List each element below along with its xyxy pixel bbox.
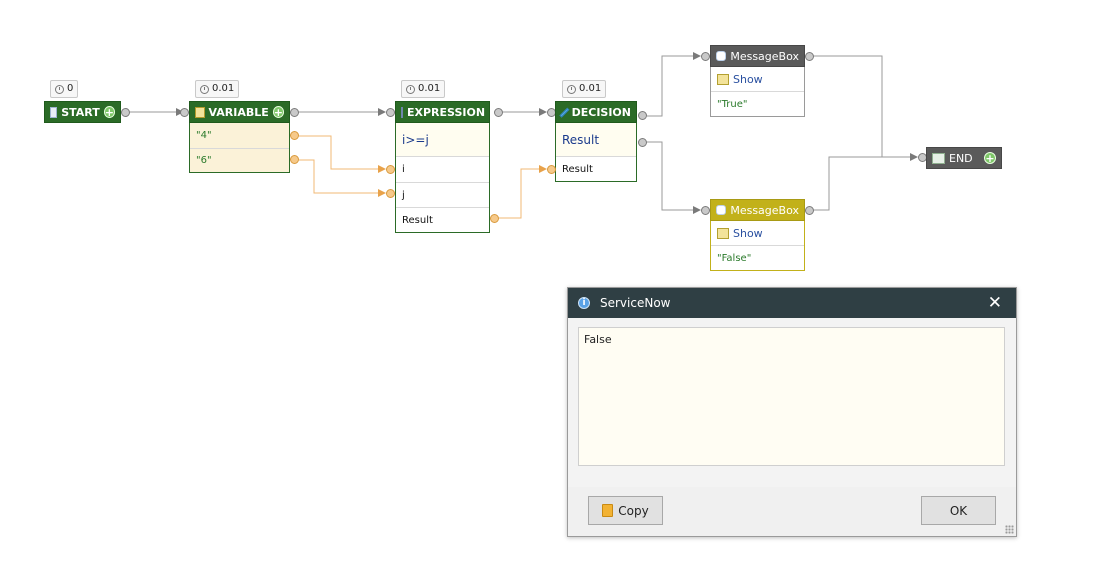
decision-true-port[interactable] — [638, 111, 647, 120]
dialog-title-bar[interactable]: i ServiceNow ✕ — [568, 288, 1016, 318]
variable-value-row[interactable]: "6" — [190, 148, 289, 172]
msgbox-false-label: MessageBox — [730, 203, 799, 217]
msgbox-false-input-port[interactable] — [701, 206, 710, 215]
expression-formula[interactable]: i>=j — [396, 123, 489, 156]
variable-input-port[interactable] — [180, 108, 189, 117]
add-icon[interactable]: + — [103, 106, 115, 118]
decision-label: DECISION — [571, 105, 631, 119]
msgbox-true-output-port[interactable] — [805, 52, 814, 61]
decision-result-port[interactable] — [547, 165, 556, 174]
resize-grip-icon[interactable] — [1005, 525, 1014, 534]
expression-timer: 0.01 — [401, 80, 446, 98]
message-dialog: i ServiceNow ✕ False Copy OK — [567, 287, 1017, 537]
expression-icon — [401, 106, 403, 118]
dialog-message[interactable]: False — [578, 327, 1005, 466]
add-icon[interactable]: + — [272, 106, 284, 118]
start-output-port[interactable] — [121, 108, 130, 117]
start-label: START — [61, 105, 100, 119]
msgbox-false-value[interactable]: "False" — [711, 245, 804, 270]
variable-output-port[interactable] — [290, 108, 299, 117]
decision-body: Result Result — [555, 123, 637, 182]
add-icon[interactable]: + — [984, 152, 996, 164]
decision-timer: 0.01 — [562, 80, 607, 98]
expression-i-port[interactable] — [386, 165, 395, 174]
variable-label: VARIABLE — [208, 105, 269, 119]
pencil-icon — [195, 106, 205, 118]
end-node[interactable]: END + — [926, 147, 1002, 169]
expression-j-port[interactable] — [386, 189, 395, 198]
variable-timer: 0.01 — [195, 80, 240, 98]
expression-output-port[interactable] — [494, 108, 503, 117]
expression-label: EXPRESSION — [407, 105, 486, 119]
decision-false-port[interactable] — [638, 138, 647, 147]
method-icon — [717, 73, 729, 85]
variable-node[interactable]: VARIABLE + — [189, 101, 290, 123]
variable-value-row[interactable]: "4" — [190, 123, 289, 148]
start-icon — [50, 106, 58, 118]
expression-body: i>=j i j Result — [395, 123, 490, 233]
copy-button[interactable]: Copy — [588, 496, 663, 525]
clipboard-icon — [602, 504, 614, 517]
start-timer: 0 — [50, 80, 79, 98]
expression-node[interactable]: EXPRESSION — [395, 101, 490, 123]
clock-icon — [406, 84, 415, 94]
expression-input-i[interactable]: i — [396, 156, 489, 182]
msgbox-false-node[interactable]: MessageBox — [710, 199, 805, 221]
dialog-title: ServiceNow — [600, 296, 671, 310]
variable-value-port[interactable] — [290, 131, 299, 140]
msgbox-true-node[interactable]: MessageBox — [710, 45, 805, 67]
ok-button[interactable]: OK — [921, 496, 996, 525]
msgbox-false-body: Show "False" — [710, 221, 805, 271]
clock-icon — [200, 84, 209, 94]
decision-condition[interactable]: Result — [556, 123, 636, 156]
method-icon — [717, 227, 729, 239]
close-icon[interactable]: ✕ — [988, 294, 1002, 312]
msgbox-true-method[interactable]: Show — [711, 67, 804, 91]
msgbox-true-label: MessageBox — [730, 49, 799, 63]
variable-value-port[interactable] — [290, 155, 299, 164]
msgbox-true-body: Show "True" — [710, 67, 805, 117]
decision-node[interactable]: DECISION — [555, 101, 637, 123]
expression-result-port[interactable] — [490, 214, 499, 223]
speech-bubble-icon — [716, 205, 727, 215]
speech-bubble-icon — [716, 51, 727, 61]
msgbox-false-method[interactable]: Show — [711, 221, 804, 245]
diamond-icon — [559, 107, 570, 117]
end-label: END — [949, 151, 973, 165]
clock-icon — [567, 84, 576, 94]
expression-input-j[interactable]: j — [396, 182, 489, 207]
start-node[interactable]: START + — [44, 101, 121, 123]
clock-icon — [55, 84, 64, 94]
decision-input-result[interactable]: Result — [556, 156, 636, 181]
dialog-footer: Copy OK — [568, 487, 1016, 536]
end-icon — [932, 152, 945, 164]
expression-input-port[interactable] — [386, 108, 395, 117]
msgbox-true-value[interactable]: "True" — [711, 91, 804, 116]
msgbox-true-input-port[interactable] — [701, 52, 710, 61]
msgbox-false-output-port[interactable] — [805, 206, 814, 215]
variable-values: "4" "6" — [189, 123, 290, 173]
expression-output-result[interactable]: Result — [396, 207, 489, 232]
info-icon: i — [578, 297, 590, 309]
